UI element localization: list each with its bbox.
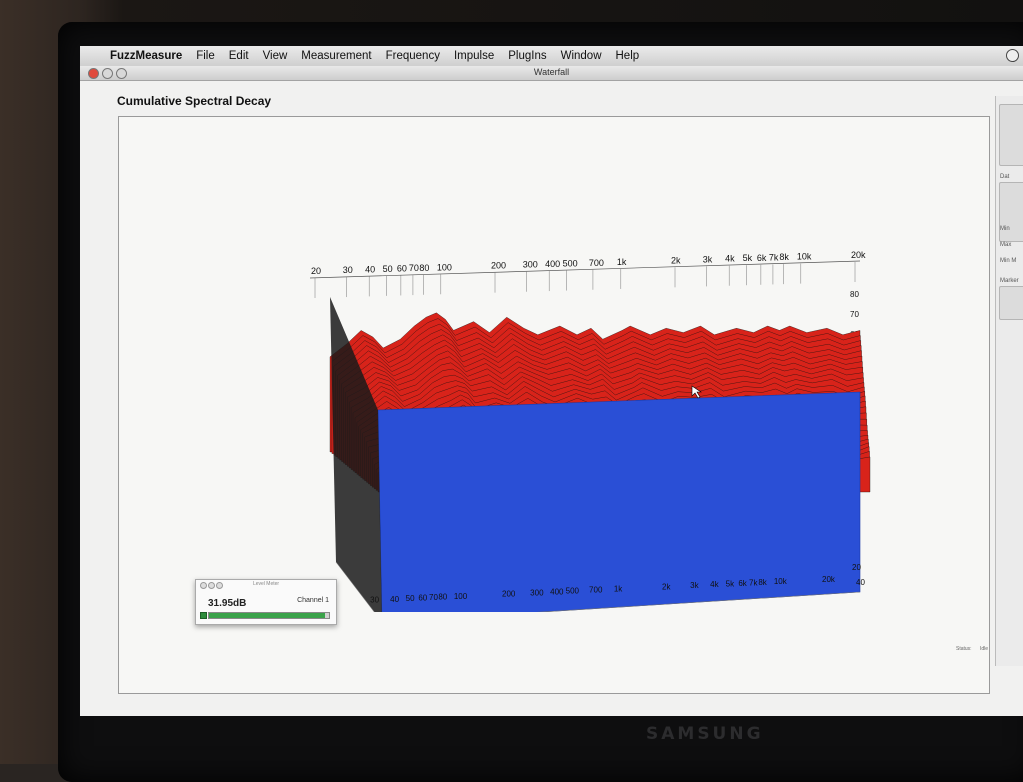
side-label-marker: Marker: [1000, 278, 1019, 284]
level-meter-window[interactable]: Level Meter 31.95dB Channel 1: [195, 579, 337, 625]
menu-extra-icon[interactable]: [1006, 49, 1019, 62]
side-label-min: Min: [1000, 226, 1010, 232]
x-tick-top: 70: [409, 263, 419, 273]
x-tick-bottom: 700: [589, 586, 603, 595]
x-tick-bottom: 300: [530, 588, 544, 597]
side-label-min-m: Min M: [1000, 258, 1017, 264]
menu-file[interactable]: File: [196, 50, 215, 62]
menu-window[interactable]: Window: [561, 50, 602, 62]
x-tick-top: 200: [491, 261, 506, 271]
inspector-sidebar: Dat Min Max Min M Marker: [995, 96, 1023, 666]
menu-app[interactable]: FuzzMeasure: [110, 50, 182, 62]
x-tick-bottom: 500: [566, 587, 580, 596]
status-label: Status:: [956, 646, 972, 652]
x-tick-top: 400: [545, 259, 560, 269]
x-tick-top: 50: [383, 264, 393, 274]
peak-indicator: [200, 612, 207, 619]
x-tick-top: 8k: [779, 252, 789, 262]
menu-frequency[interactable]: Frequency: [386, 50, 440, 62]
meter-channel: Channel 1: [297, 597, 329, 604]
side-label-dat: Dat: [1000, 174, 1010, 180]
x-tick-top: 40: [365, 264, 375, 274]
menu-view[interactable]: View: [263, 50, 288, 62]
x-tick-top: 100: [437, 262, 452, 272]
window-title-bar: Waterfall: [80, 66, 1023, 81]
x-tick-top: 5k: [743, 253, 753, 263]
x-tick-top: 4k: [725, 254, 735, 264]
front-slice-wall: [377, 391, 861, 612]
x-tick-top: 7k: [769, 252, 779, 262]
level-bar: [208, 612, 330, 619]
x-tick-bottom: 100: [454, 592, 468, 601]
x-tick-bottom: 5k: [726, 579, 735, 588]
x-tick-top: 80: [419, 263, 429, 273]
x-tick-bottom: 4k: [710, 580, 719, 589]
monitor-brand-logo: SAMSUNG: [646, 724, 764, 744]
x-tick-top: 20k: [851, 250, 866, 260]
x-tick-bottom: 70: [429, 593, 438, 602]
x-tick-top: 1k: [617, 257, 627, 267]
x-tick-bottom: 80: [438, 593, 447, 602]
menu-plugins[interactable]: PlugIns: [508, 50, 546, 62]
menu-edit[interactable]: Edit: [229, 50, 249, 62]
menu-bar: FuzzMeasure File Edit View Measurement F…: [80, 46, 1023, 67]
x-tick-bottom: 400: [550, 587, 564, 596]
x-tick-bottom: 1k: [614, 585, 623, 594]
level-bar-fill: [209, 613, 326, 618]
x-tick-bottom: 50: [406, 594, 415, 603]
x-tick-bottom: 3k: [690, 581, 699, 590]
x-tick-bottom: 8k: [758, 578, 767, 587]
x-tick-top: 500: [563, 259, 578, 269]
window-title: Waterfall: [533, 67, 570, 77]
x-tick-bottom: 40: [390, 595, 399, 604]
meter-title: Level Meter: [252, 581, 280, 587]
y-tick: 70: [850, 310, 859, 319]
x-tick-bottom: 7k: [749, 578, 758, 587]
menu-measurement[interactable]: Measurement: [301, 50, 371, 62]
menu-impulse[interactable]: Impulse: [454, 50, 494, 62]
x-tick-top: 700: [589, 258, 604, 268]
x-tick-bottom: 200: [502, 590, 516, 599]
marker-box[interactable]: [999, 286, 1023, 320]
depth-tick: 40: [856, 578, 865, 587]
x-tick-bottom: 2k: [662, 582, 671, 591]
x-tick-top: 60: [397, 263, 407, 273]
meter-value: 31.95dB: [208, 598, 247, 609]
x-tick-top: 10k: [797, 252, 812, 262]
x-tick-top: 30: [343, 265, 353, 275]
status-value: Idle: [980, 646, 989, 652]
x-tick-top: 3k: [703, 254, 713, 264]
x-tick-bottom: 30: [370, 596, 379, 605]
x-tick-top: 20: [311, 266, 321, 276]
x-tick-bottom: 20k: [822, 575, 836, 584]
waterfall-chart[interactable]: 20 30 40 50 60 70 80 100 200 300 400 500 700 1k 2k 3k 4k…: [160, 92, 980, 612]
x-tick-bottom: 60: [418, 594, 427, 603]
inspector-box[interactable]: [999, 104, 1023, 166]
side-label-max: Max: [1000, 242, 1012, 248]
x-tick-bottom: 6k: [738, 579, 747, 588]
x-tick-top: 300: [523, 260, 538, 270]
y-tick: 80: [850, 290, 859, 299]
menu-help[interactable]: Help: [616, 50, 640, 62]
inspector-box[interactable]: [999, 182, 1023, 242]
x-tick-bottom: 10k: [774, 577, 788, 586]
x-tick-top: 6k: [757, 253, 767, 263]
screen: FuzzMeasure File Edit View Measurement F…: [80, 46, 1023, 716]
x-tick-top: 2k: [671, 255, 681, 265]
depth-tick: 20: [852, 563, 861, 572]
